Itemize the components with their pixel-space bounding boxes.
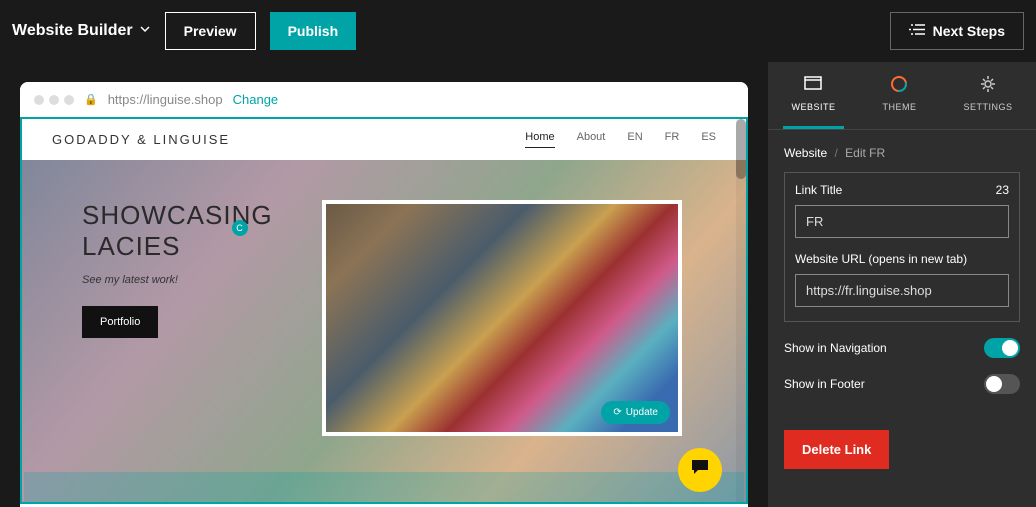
dot-icon — [34, 95, 44, 105]
top-bar-left: Website Builder Preview Publish — [12, 12, 356, 50]
show-footer-toggle[interactable] — [984, 374, 1020, 394]
site-nav: Home About EN FR ES — [525, 131, 716, 148]
link-title-input[interactable] — [795, 205, 1009, 238]
browser-frame: 🔒 https://linguise.shop Change GODADDY &… — [20, 82, 748, 507]
change-url-link[interactable]: Change — [233, 92, 279, 107]
refresh-icon: ⟳ — [613, 407, 621, 418]
crumb-root[interactable]: Website — [784, 146, 827, 160]
panel-tabs: WEBSITE THEME SETTINGS — [768, 62, 1036, 130]
tab-settings-label: SETTINGS — [963, 102, 1012, 112]
panel-body: Website / Edit FR Link Title 23 Website … — [768, 130, 1036, 507]
link-title-label: Link Title — [795, 183, 842, 197]
site-logo[interactable]: GODADDY & LINGUISE — [52, 132, 230, 147]
toggle-knob — [986, 376, 1002, 392]
chevron-down-icon — [139, 22, 151, 40]
update-label: Update — [626, 407, 658, 418]
crumb-sep: / — [834, 146, 837, 160]
tab-theme-label: THEME — [882, 102, 916, 112]
nav-es[interactable]: ES — [701, 131, 716, 148]
url-text: https://linguise.shop — [108, 92, 223, 107]
nav-en[interactable]: EN — [627, 131, 642, 148]
publish-button[interactable]: Publish — [270, 12, 357, 50]
url-input[interactable] — [795, 274, 1009, 307]
show-footer-row: Show in Footer — [784, 374, 1020, 394]
hero-subtitle[interactable]: See my latest work! — [82, 274, 282, 286]
website-icon — [803, 74, 823, 96]
breadcrumb: Website / Edit FR — [784, 146, 1020, 160]
next-steps-button[interactable]: Next Steps — [890, 12, 1024, 50]
show-footer-label: Show in Footer — [784, 377, 865, 391]
nav-about[interactable]: About — [577, 131, 606, 148]
url-bar: 🔒 https://linguise.shop Change — [20, 82, 748, 117]
lock-icon: 🔒 — [84, 93, 98, 106]
portfolio-button[interactable]: Portfolio — [82, 306, 158, 338]
chat-icon — [690, 458, 710, 482]
url-label: Website URL (opens in new tab) — [795, 252, 1009, 266]
show-nav-toggle[interactable] — [984, 338, 1020, 358]
tab-theme[interactable]: THEME — [874, 74, 924, 129]
delete-link-button[interactable]: Delete Link — [784, 430, 889, 469]
site-header: GODADDY & LINGUISE Home About EN FR ES — [22, 119, 746, 160]
next-steps-label: Next Steps — [933, 23, 1005, 39]
edit-badge-icon[interactable]: C — [232, 220, 248, 236]
main: 🔒 https://linguise.shop Change GODADDY &… — [0, 62, 1036, 507]
brand-dropdown[interactable]: Website Builder — [12, 22, 151, 40]
canvas-area: 🔒 https://linguise.shop Change GODADDY &… — [0, 62, 768, 507]
toggle-knob — [1002, 340, 1018, 356]
hero-image[interactable]: ⟳ Update — [322, 200, 682, 436]
chat-button[interactable] — [678, 448, 722, 492]
show-nav-row: Show in Navigation — [784, 338, 1020, 358]
window-dots — [34, 95, 74, 105]
nav-home[interactable]: Home — [525, 131, 554, 148]
preview-button[interactable]: Preview — [165, 12, 256, 50]
side-panel: WEBSITE THEME SETTINGS Website / Edit FR — [768, 62, 1036, 507]
hero-title-l2: LACIES — [82, 231, 181, 261]
steps-icon — [909, 23, 925, 39]
brand-label: Website Builder — [12, 22, 133, 40]
crumb-leaf: Edit FR — [845, 146, 885, 160]
bottom-band — [24, 472, 744, 502]
site-preview[interactable]: GODADDY & LINGUISE Home About EN FR ES S… — [20, 117, 748, 504]
tab-settings[interactable]: SETTINGS — [955, 74, 1020, 129]
hero-section[interactable]: SHOWCASING LACIES C See my latest work! … — [22, 160, 746, 436]
form-group: Link Title 23 Website URL (opens in new … — [784, 172, 1020, 322]
gear-icon — [978, 74, 998, 96]
nav-fr[interactable]: FR — [665, 131, 680, 148]
tab-website[interactable]: WEBSITE — [783, 74, 843, 129]
dot-icon — [49, 95, 59, 105]
top-bar: Website Builder Preview Publish Next Ste… — [0, 0, 1036, 62]
hero-text: SHOWCASING LACIES C See my latest work! … — [82, 200, 282, 338]
hero-title[interactable]: SHOWCASING LACIES C — [82, 200, 282, 262]
show-nav-label: Show in Navigation — [784, 341, 887, 355]
update-button[interactable]: ⟳ Update — [601, 401, 670, 424]
dot-icon — [64, 95, 74, 105]
top-bar-right: Next Steps — [890, 12, 1024, 50]
char-count: 23 — [996, 183, 1009, 197]
link-title-label-row: Link Title 23 — [795, 183, 1009, 197]
theme-icon — [889, 74, 909, 96]
tab-website-label: WEBSITE — [791, 102, 835, 112]
